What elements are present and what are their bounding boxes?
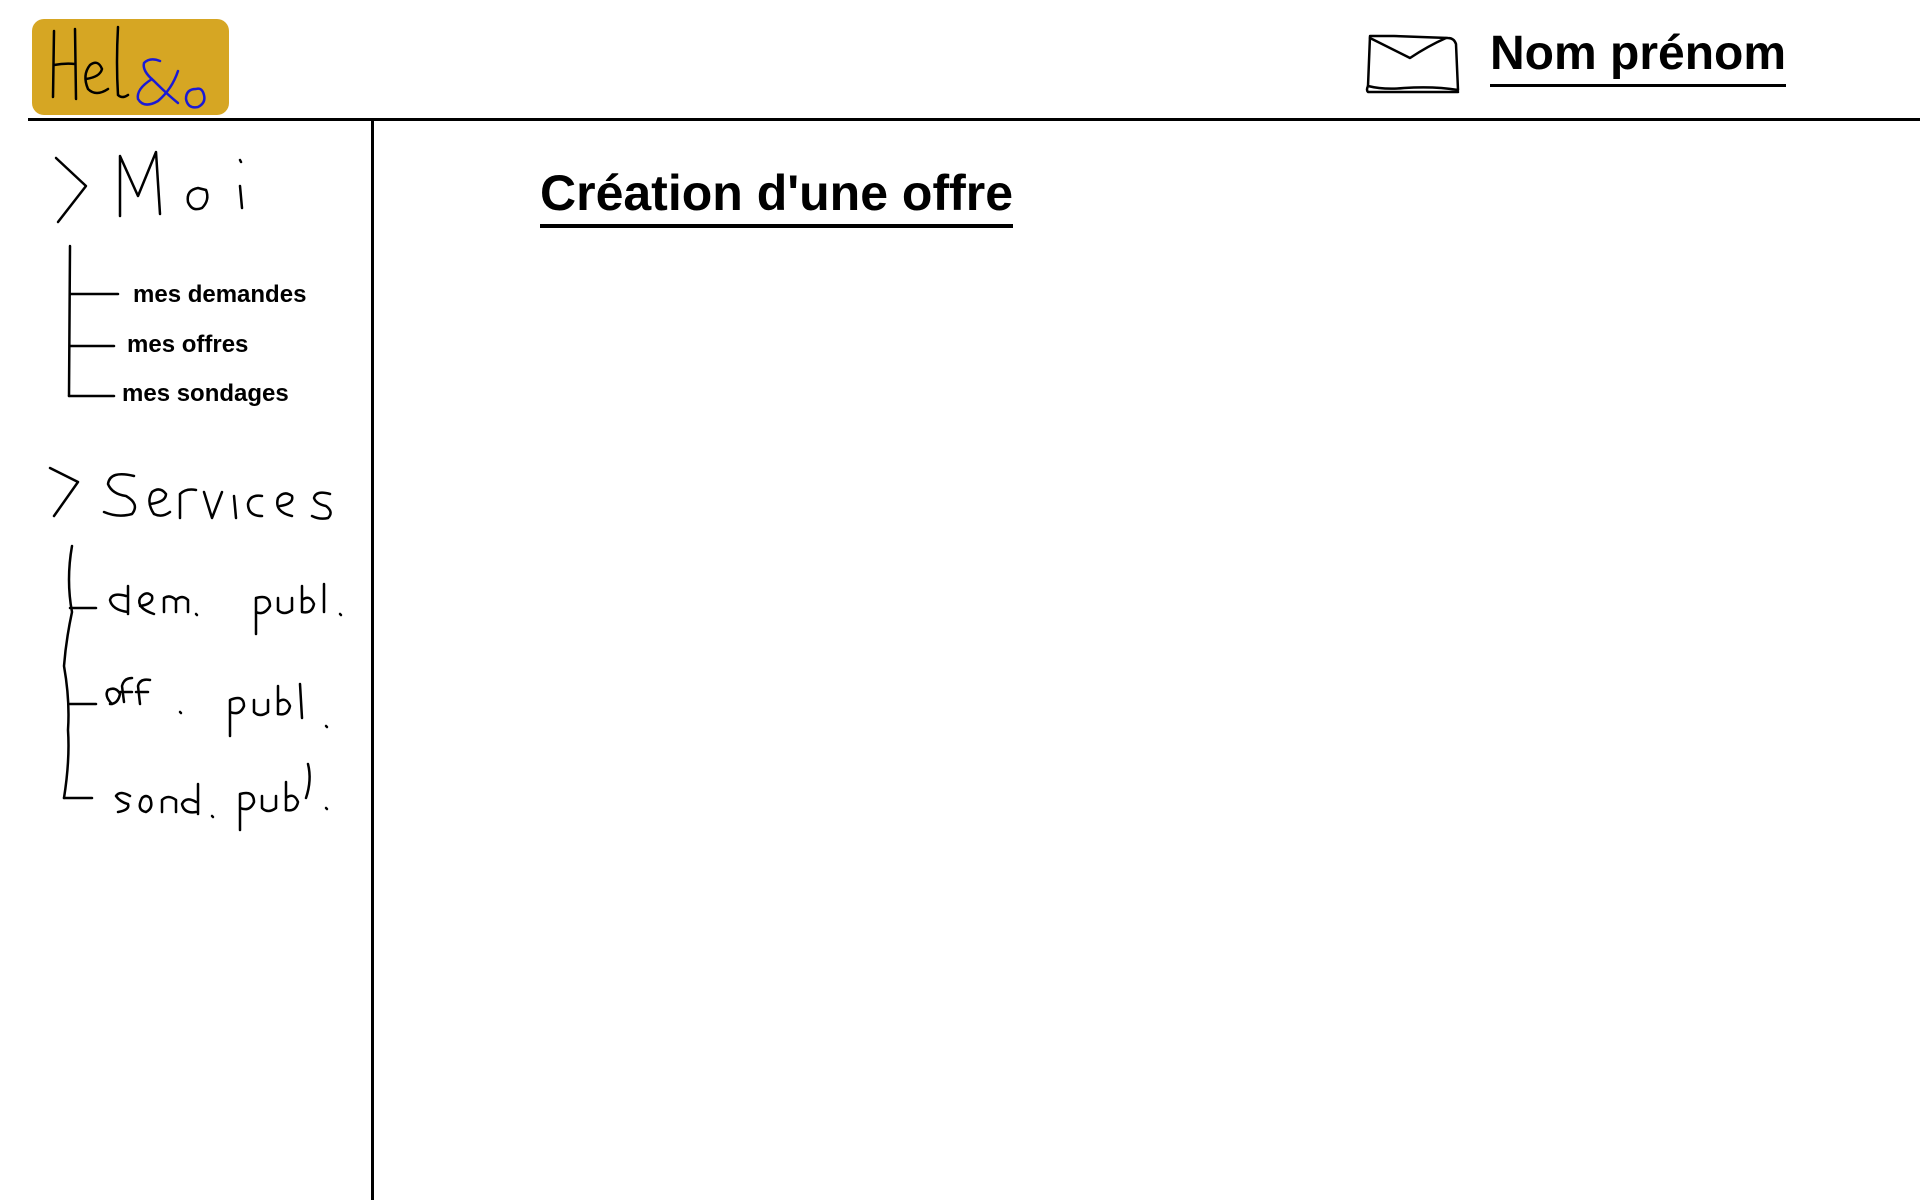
sidebar-item-mes-offres[interactable]: mes offres [127,330,248,360]
user-name-link[interactable]: Nom prénom [1490,24,1787,87]
sidebar-section-services[interactable]: Services [46,462,336,524]
sidebar-section-services-label: Services [46,462,47,463]
sidebar-item-offres-publiques[interactable]: off. publ. [100,674,336,740]
sidebar-section-moi[interactable]: Moi [50,150,250,225]
logo[interactable]: Hel&o [32,19,229,115]
page-title: Création d'une offre [540,162,1014,228]
sidebar-divider [371,121,374,1200]
sidebar-item-mes-demandes[interactable]: mes demandes [133,280,306,310]
sidebar-item-mes-sondages[interactable]: mes sondages [122,379,289,409]
logo-handwriting [51,25,206,109]
sidebar-item-offres-publiques-label: off. publ. [100,674,101,675]
sidebar-item-demandes-publiques-label: dem. publ. [100,578,101,579]
sidebar-item-demandes-publiques[interactable]: dem. publ. [100,578,350,640]
sidebar-item-sondages-publics-label: sond. publ. [100,762,101,763]
envelope-icon[interactable] [1364,32,1464,96]
sidebar-section-moi-label: Moi [50,150,51,151]
header-divider [28,118,1920,121]
sidebar-item-sondages-publics[interactable]: sond. publ. [100,762,336,834]
